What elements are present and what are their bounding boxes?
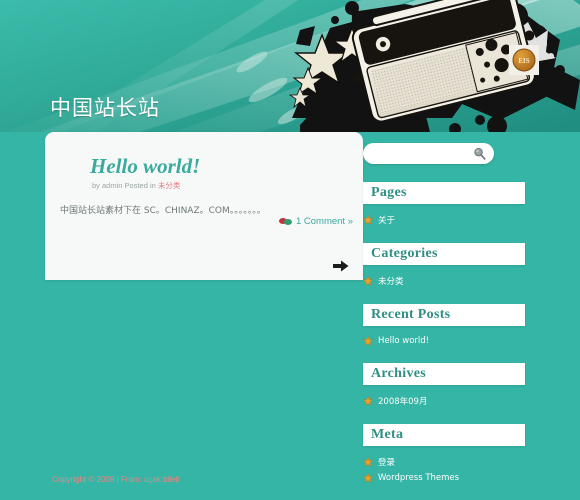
post-meta-prefix: by admin Posted in bbox=[92, 181, 158, 190]
widget-list: 未分类 bbox=[363, 265, 528, 304]
list-item[interactable]: 关于 bbox=[363, 212, 528, 229]
list-item[interactable]: 2008年09月 bbox=[363, 393, 528, 410]
sidebar-widget-categories: Categories 未分类 bbox=[363, 243, 528, 304]
site-title[interactable]: 中国站长站 bbox=[50, 92, 160, 122]
arrow-right-icon[interactable] bbox=[333, 260, 349, 272]
widget-title: Meta bbox=[363, 424, 525, 446]
widget-list: Hello world! bbox=[363, 326, 528, 363]
widget-title: Recent Posts bbox=[363, 304, 525, 326]
widget-title: Archives bbox=[363, 363, 525, 385]
post-comments-label: 1 Comment » bbox=[295, 216, 353, 227]
post-category-link[interactable]: 未分类 bbox=[158, 181, 181, 190]
star-bullet-icon bbox=[363, 276, 373, 286]
list-item[interactable]: 未分类 bbox=[363, 273, 528, 290]
post-comments-link[interactable]: 1 Comment » bbox=[278, 216, 353, 227]
list-item-label: Hello world! bbox=[378, 336, 430, 346]
star-bullet-icon bbox=[363, 215, 373, 225]
footer-copyright: Copyright © 2009 | From: uçak bileti bbox=[52, 475, 180, 484]
header-badge-icon: EIS bbox=[509, 45, 539, 75]
widget-list: 关于 bbox=[363, 204, 528, 243]
sidebar-widget-pages: Pages 关于 bbox=[363, 182, 528, 243]
widget-title: Categories bbox=[363, 243, 525, 265]
star-bullet-icon bbox=[363, 396, 373, 406]
post-card: Hello world! by admin Posted in 未分类 中国站长… bbox=[45, 132, 363, 280]
comment-bubble-icon bbox=[278, 217, 292, 226]
magnifier-icon[interactable] bbox=[473, 147, 486, 160]
list-item[interactable]: Hello world! bbox=[363, 334, 528, 349]
search-box[interactable] bbox=[363, 143, 494, 164]
post-title[interactable]: Hello world! bbox=[90, 154, 200, 179]
list-item-label: 关于 bbox=[378, 216, 396, 226]
site-footer: Copyright © 2009 | From: uçak bileti bbox=[0, 464, 580, 500]
site-header: EIS 中国站长站 bbox=[0, 0, 580, 132]
list-item-label: 未分类 bbox=[378, 277, 404, 287]
sidebar: Pages 关于 Categories 未分类 Recent Posts Hel… bbox=[363, 143, 528, 500]
sidebar-widget-archives: Archives 2008年09月 bbox=[363, 363, 528, 424]
star-bullet-icon bbox=[363, 336, 373, 346]
list-item-label: 2008年09月 bbox=[378, 397, 428, 407]
sidebar-widget-recent-posts: Recent Posts Hello world! bbox=[363, 304, 528, 363]
widget-list: 2008年09月 bbox=[363, 385, 528, 424]
widget-title: Pages bbox=[363, 182, 525, 204]
search-input[interactable] bbox=[372, 143, 476, 164]
svg-text:EIS: EIS bbox=[518, 57, 529, 65]
post-meta: by admin Posted in 未分类 bbox=[92, 180, 180, 191]
